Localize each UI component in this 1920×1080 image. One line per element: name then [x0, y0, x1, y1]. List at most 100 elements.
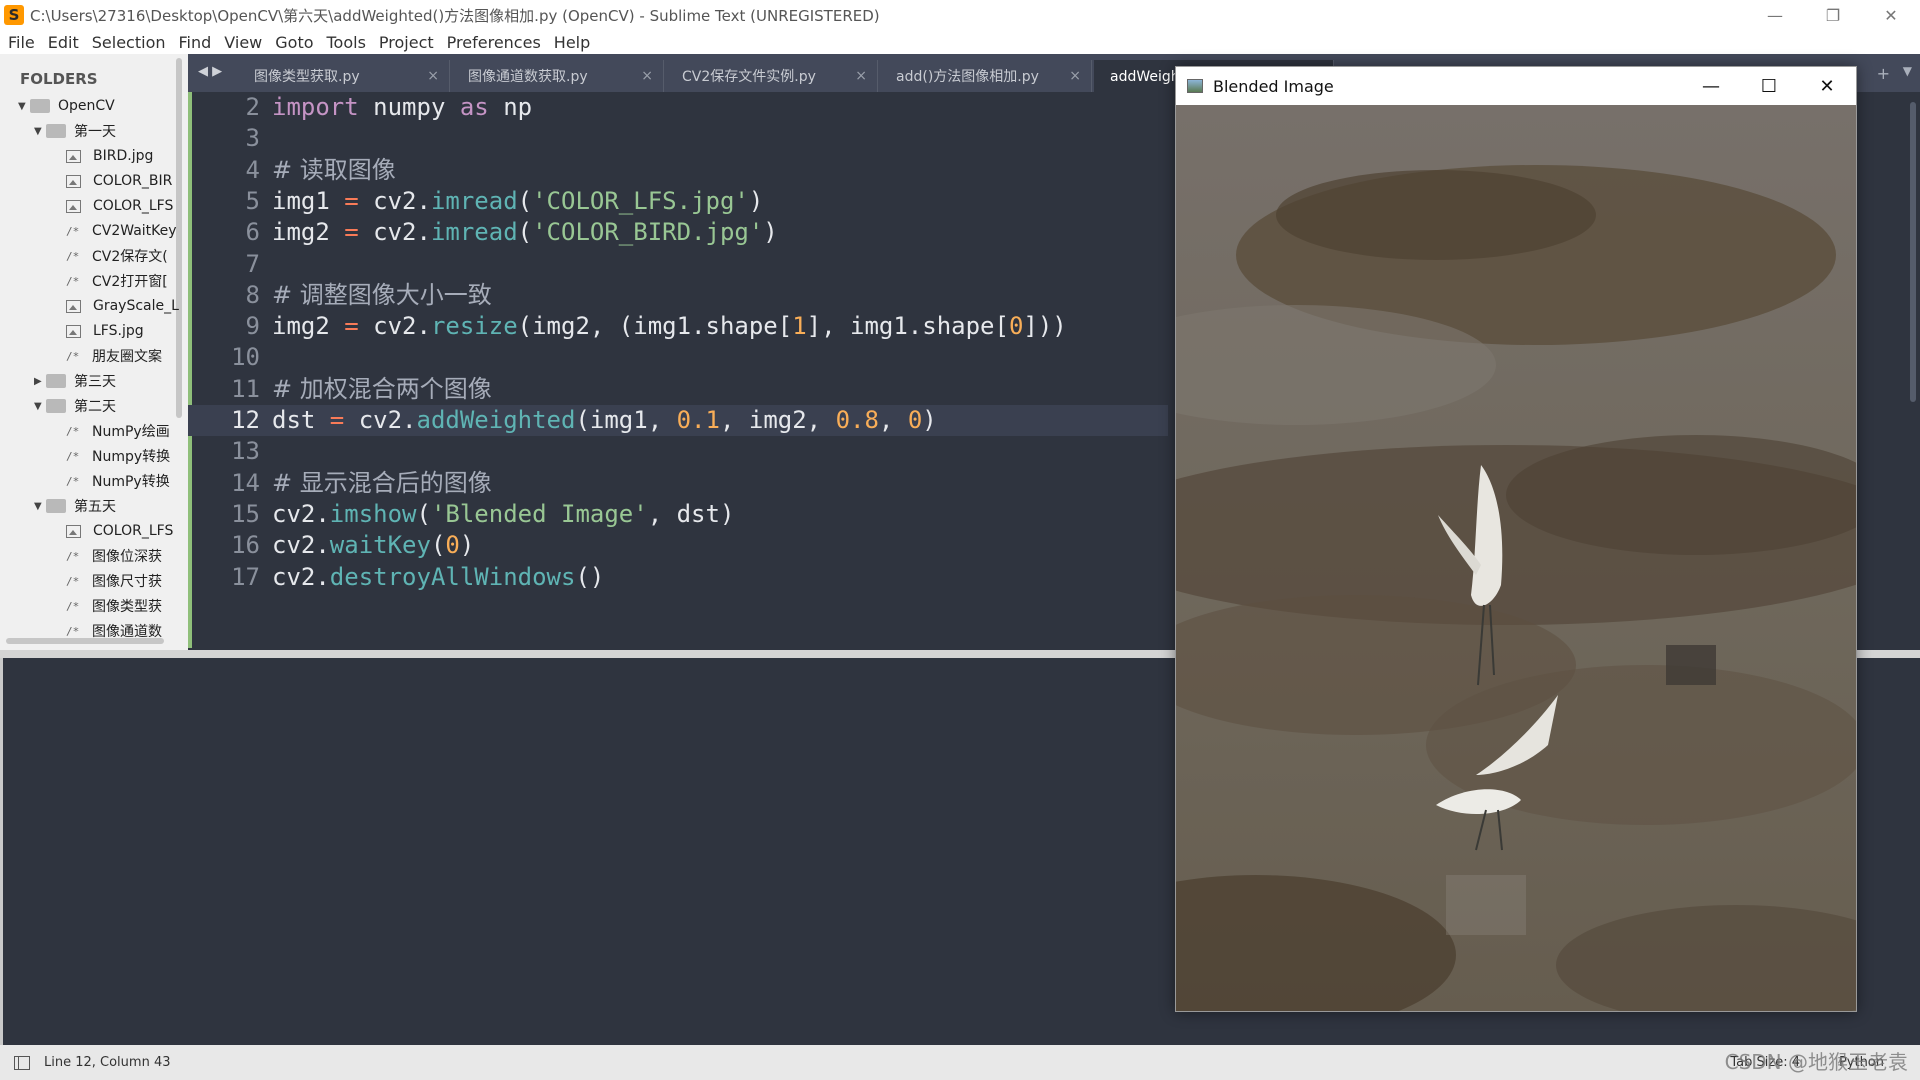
code-line[interactable]: 3 [188, 123, 1168, 154]
code-line[interactable]: 8 # 调整图像大小一致 [188, 280, 1168, 311]
code-line[interactable]: 15 cv2.imshow('Blended Image', dst) [188, 499, 1168, 530]
image-window-minimize-button[interactable]: — [1682, 67, 1740, 105]
minimize-button[interactable]: — [1746, 0, 1804, 30]
sidebar-tree-item[interactable]: ▶ 第三天 [34, 369, 116, 393]
menu-edit[interactable]: Edit [48, 33, 79, 52]
sidebar-item-label: COLOR_LFS [93, 198, 174, 214]
editor-tab[interactable]: add()方法图像相加.py × [880, 60, 1092, 92]
code-token: 'COLOR_BIRD.jpg' [532, 218, 764, 247]
sidebar-title: FOLDERS [20, 70, 98, 88]
code-line[interactable]: 6 img2 = cv2.imread('COLOR_BIRD.jpg') [188, 217, 1168, 248]
expanded-arrow-icon[interactable]: ▼ [34, 401, 46, 412]
image-window-maximize-button[interactable]: ☐ [1740, 67, 1798, 105]
menu-project[interactable]: Project [379, 33, 434, 52]
code-token: ( [430, 531, 446, 560]
code-token: , dst) [647, 499, 735, 528]
code-line[interactable]: 17 cv2.destroyAllWindows() [188, 562, 1168, 593]
sidebar-tree-item[interactable]: /* 图像位深获 [66, 544, 162, 568]
restore-button[interactable]: ❐ [1804, 0, 1862, 30]
menu-selection[interactable]: Selection [92, 33, 166, 52]
tab-close-icon[interactable]: × [427, 68, 439, 84]
sublime-app-icon[interactable]: S [4, 5, 24, 25]
collapsed-arrow-icon[interactable]: ▶ [34, 376, 46, 387]
editor-tab[interactable]: CV2保存文件实例.py × [666, 60, 878, 92]
menu-help[interactable]: Help [554, 33, 590, 52]
code-text: cv2.destroyAllWindows() [272, 562, 604, 593]
tab-close-icon[interactable]: × [641, 68, 653, 84]
editor-tab[interactable]: 图像类型获取.py × [238, 60, 450, 92]
sidebar-tree-item[interactable]: ▼ 第一天 [34, 119, 116, 143]
code-token: ) [748, 186, 764, 215]
blended-image-window[interactable]: Blended Image — ☐ ✕ [1175, 66, 1857, 1012]
sidebar-tree-item[interactable]: ▼ OpenCV [18, 94, 115, 118]
code-token: 0.8 [835, 406, 879, 434]
expanded-arrow-icon[interactable]: ▼ [34, 501, 46, 512]
sidebar-tree-item[interactable]: ▼ 第二天 [34, 394, 116, 418]
sidebar-tree-item[interactable]: /* 朋友圈文案 [66, 344, 162, 368]
code-line[interactable]: 2 import numpy as np [188, 92, 1168, 123]
sidebar-tree-item[interactable]: /* NumPy绘画 [66, 419, 170, 443]
tab-close-icon[interactable]: × [1069, 68, 1081, 84]
sidebar-tree-item[interactable]: GrayScale_L [66, 294, 179, 318]
sidebar-tree-item[interactable]: /* 图像尺寸获 [66, 569, 162, 593]
image-window-titlebar[interactable]: Blended Image — ☐ ✕ [1176, 67, 1856, 105]
line-number: 3 [245, 124, 260, 153]
toggle-panel-icon[interactable] [14, 1055, 30, 1070]
sidebar-tree-item[interactable]: COLOR_LFS [66, 519, 173, 543]
menu-preferences[interactable]: Preferences [447, 33, 541, 52]
sidebar-tree-item[interactable]: LFS.jpg [66, 319, 144, 343]
editor-scrollbar[interactable] [1910, 102, 1916, 402]
code-token: = [344, 218, 359, 247]
sidebar-tree-item[interactable]: /* CV2打开窗[ [66, 269, 168, 293]
menu-find[interactable]: Find [179, 33, 212, 52]
menu-view[interactable]: View [224, 33, 262, 52]
new-tab-button[interactable]: + [1877, 64, 1890, 83]
image-window-close-button[interactable]: ✕ [1798, 67, 1856, 105]
sidebar-item-label: LFS.jpg [93, 323, 144, 339]
tab-nav-arrows[interactable]: ◀ ▶ [198, 64, 222, 79]
sidebar-tree-item[interactable]: BIRD.jpg [66, 144, 153, 168]
code-line[interactable]: 13 [188, 436, 1168, 467]
menu-file[interactable]: File [8, 33, 35, 52]
code-line[interactable]: 14 # 显示混合后的图像 [188, 468, 1168, 499]
sidebar-tree-item[interactable]: /* CV2保存文( [66, 244, 168, 268]
code-text: img2 = cv2.imread('COLOR_BIRD.jpg') [272, 217, 778, 248]
menu-goto[interactable]: Goto [275, 33, 313, 52]
sidebar-tree-item[interactable]: /* 图像类型获 [66, 594, 162, 618]
expanded-arrow-icon[interactable]: ▼ [34, 126, 46, 137]
code-line[interactable]: 12 dst = cv2.addWeighted(img1, 0.1, img2,… [188, 405, 1168, 436]
line-number: 14 [231, 468, 260, 497]
code-line[interactable]: 16 cv2.waitKey(0) [188, 530, 1168, 561]
sidebar-item-label: 第一天 [74, 124, 116, 140]
sidebar-tree-item[interactable]: COLOR_LFS [66, 194, 173, 218]
line-number: 11 [231, 374, 260, 403]
tab-close-icon[interactable]: × [855, 68, 867, 84]
code-token: img2 [272, 312, 345, 341]
code-file-icon: /* [66, 249, 80, 263]
code-token: ( [517, 218, 533, 247]
sidebar-tree-item[interactable]: /* Numpy转换 [66, 444, 170, 468]
code-line[interactable]: 10 [188, 342, 1168, 373]
sidebar-tree-item[interactable]: /* 图像通道数 [66, 619, 162, 643]
code-line[interactable]: 7 [188, 249, 1168, 280]
code-token: (img2, (img1.shape[ [517, 312, 793, 341]
sidebar-tree-item[interactable]: COLOR_BIR [66, 169, 172, 193]
code-token: import [272, 93, 359, 121]
editor-tab[interactable]: 图像通道数获取.py × [452, 60, 664, 92]
tab-list-dropdown[interactable]: ▼ [1903, 64, 1912, 78]
menu-tools[interactable]: Tools [327, 33, 366, 52]
sidebar-tree-item[interactable]: ▼ 第五天 [34, 494, 116, 518]
code-line[interactable]: 4 # 读取图像 [188, 155, 1168, 186]
close-button[interactable]: ✕ [1862, 0, 1920, 30]
line-number: 6 [245, 218, 260, 247]
code-line[interactable]: 5 img1 = cv2.imread('COLOR_LFS.jpg') [188, 186, 1168, 217]
sidebar-item-label: 图像通道数 [92, 624, 162, 640]
cursor-position: Line 12, Column 43 [44, 1055, 171, 1070]
code-token: as [459, 93, 489, 121]
sidebar-vertical-scrollbar[interactable] [176, 58, 182, 418]
sidebar-tree-item[interactable]: /* NumPy转换 [66, 469, 170, 493]
code-line[interactable]: 11 # 加权混合两个图像 [188, 374, 1168, 405]
expanded-arrow-icon[interactable]: ▼ [18, 101, 30, 112]
sidebar-tree-item[interactable]: /* CV2WaitKey [66, 219, 177, 243]
code-line[interactable]: 9 img2 = cv2.resize(img2, (img1.shape[1],… [188, 311, 1168, 342]
